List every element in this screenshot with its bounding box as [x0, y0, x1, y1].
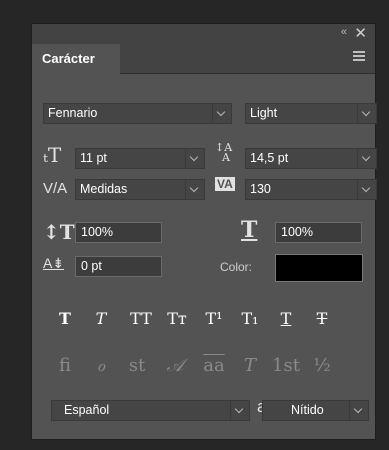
kerning-value: Medidas [80, 182, 128, 196]
language-value: Español [64, 403, 110, 417]
vertical-scale-input[interactable]: 100% [75, 222, 162, 243]
all-caps-button[interactable]: TT [124, 307, 158, 331]
chevron-down-icon[interactable] [357, 104, 376, 123]
color-label: Color: [220, 260, 253, 274]
antialias-dropdown[interactable]: Nítido [262, 400, 369, 421]
chevron-down-icon[interactable] [212, 104, 231, 123]
titling-alternates-button[interactable]: aa [197, 354, 231, 378]
color-swatch[interactable] [275, 254, 363, 282]
chevron-down-icon[interactable] [185, 180, 204, 199]
panel-titlebar: « ✕ [32, 24, 375, 44]
ligatures-button[interactable]: fi [48, 354, 82, 378]
panel-menu-icon[interactable] [353, 51, 365, 61]
collapse-icon[interactable]: « [341, 26, 347, 38]
horizontal-scale-input[interactable]: 100% [275, 222, 362, 243]
chevron-down-icon[interactable] [349, 401, 368, 420]
faux-italic-button[interactable]: T [84, 307, 118, 331]
panel-tabbar: Carácter [32, 44, 375, 74]
font-family-dropdown[interactable]: Fennario [43, 103, 232, 124]
fractions-button[interactable]: ½ [305, 354, 339, 378]
font-style-value: Light [250, 106, 278, 120]
tracking-value: 130 [250, 182, 271, 196]
leading-icon: ↕A A [215, 141, 233, 164]
font-size-value: 11 pt [80, 151, 107, 165]
kerning-dropdown[interactable]: Medidas [75, 179, 205, 200]
leading-value: 14,5 pt [250, 151, 289, 165]
vertical-scale-value: 100% [81, 225, 113, 239]
stylistic-alternates-button[interactable]: T [233, 354, 267, 378]
chevron-down-icon[interactable] [185, 149, 204, 168]
font-family-value: Fennario [48, 106, 98, 120]
baseline-shift-value: 0 pt [81, 259, 102, 273]
alt-ligatures-button[interactable]: ℴ [84, 354, 118, 378]
language-dropdown[interactable]: Español [51, 400, 250, 421]
swash-button[interactable]: 𝒜 [158, 354, 192, 378]
underline-button[interactable]: T [269, 307, 303, 331]
strikethrough-button[interactable]: T [305, 307, 339, 331]
tracking-dropdown[interactable]: 130 [245, 179, 377, 200]
subscript-button[interactable]: T₁ [233, 307, 267, 331]
tracking-icon: VA [215, 177, 235, 191]
font-size-dropdown[interactable]: 11 pt [75, 148, 205, 169]
superscript-button[interactable]: T¹ [197, 307, 231, 331]
baseline-shift-icon: A⇟ [43, 255, 65, 271]
font-size-icon: ₜT [43, 143, 62, 167]
vertical-scale-icon: ↕T [43, 220, 75, 244]
antialias-value: Nítido [291, 403, 324, 417]
discretionary-ligatures-button[interactable]: st [120, 354, 154, 378]
chevron-down-icon[interactable] [357, 180, 376, 199]
tab-caracter[interactable]: Carácter [32, 44, 120, 74]
close-icon[interactable]: ✕ [354, 24, 367, 42]
chevron-down-icon[interactable] [230, 401, 249, 420]
small-caps-button[interactable]: Tт [160, 307, 194, 331]
baseline-shift-input[interactable]: 0 pt [75, 256, 162, 277]
character-panel: « ✕ Carácter Fennario Light ₜT 11 pt ↕A … [31, 23, 377, 440]
font-style-dropdown[interactable]: Light [245, 103, 377, 124]
kerning-icon: V/A [43, 180, 68, 197]
leading-dropdown[interactable]: 14,5 pt [245, 148, 377, 169]
ordinals-button[interactable]: 1st [269, 354, 303, 378]
horizontal-scale-value: 100% [281, 225, 313, 239]
faux-bold-button[interactable]: T [48, 307, 82, 331]
horizontal-scale-icon: T [241, 217, 258, 243]
chevron-down-icon[interactable] [357, 149, 376, 168]
